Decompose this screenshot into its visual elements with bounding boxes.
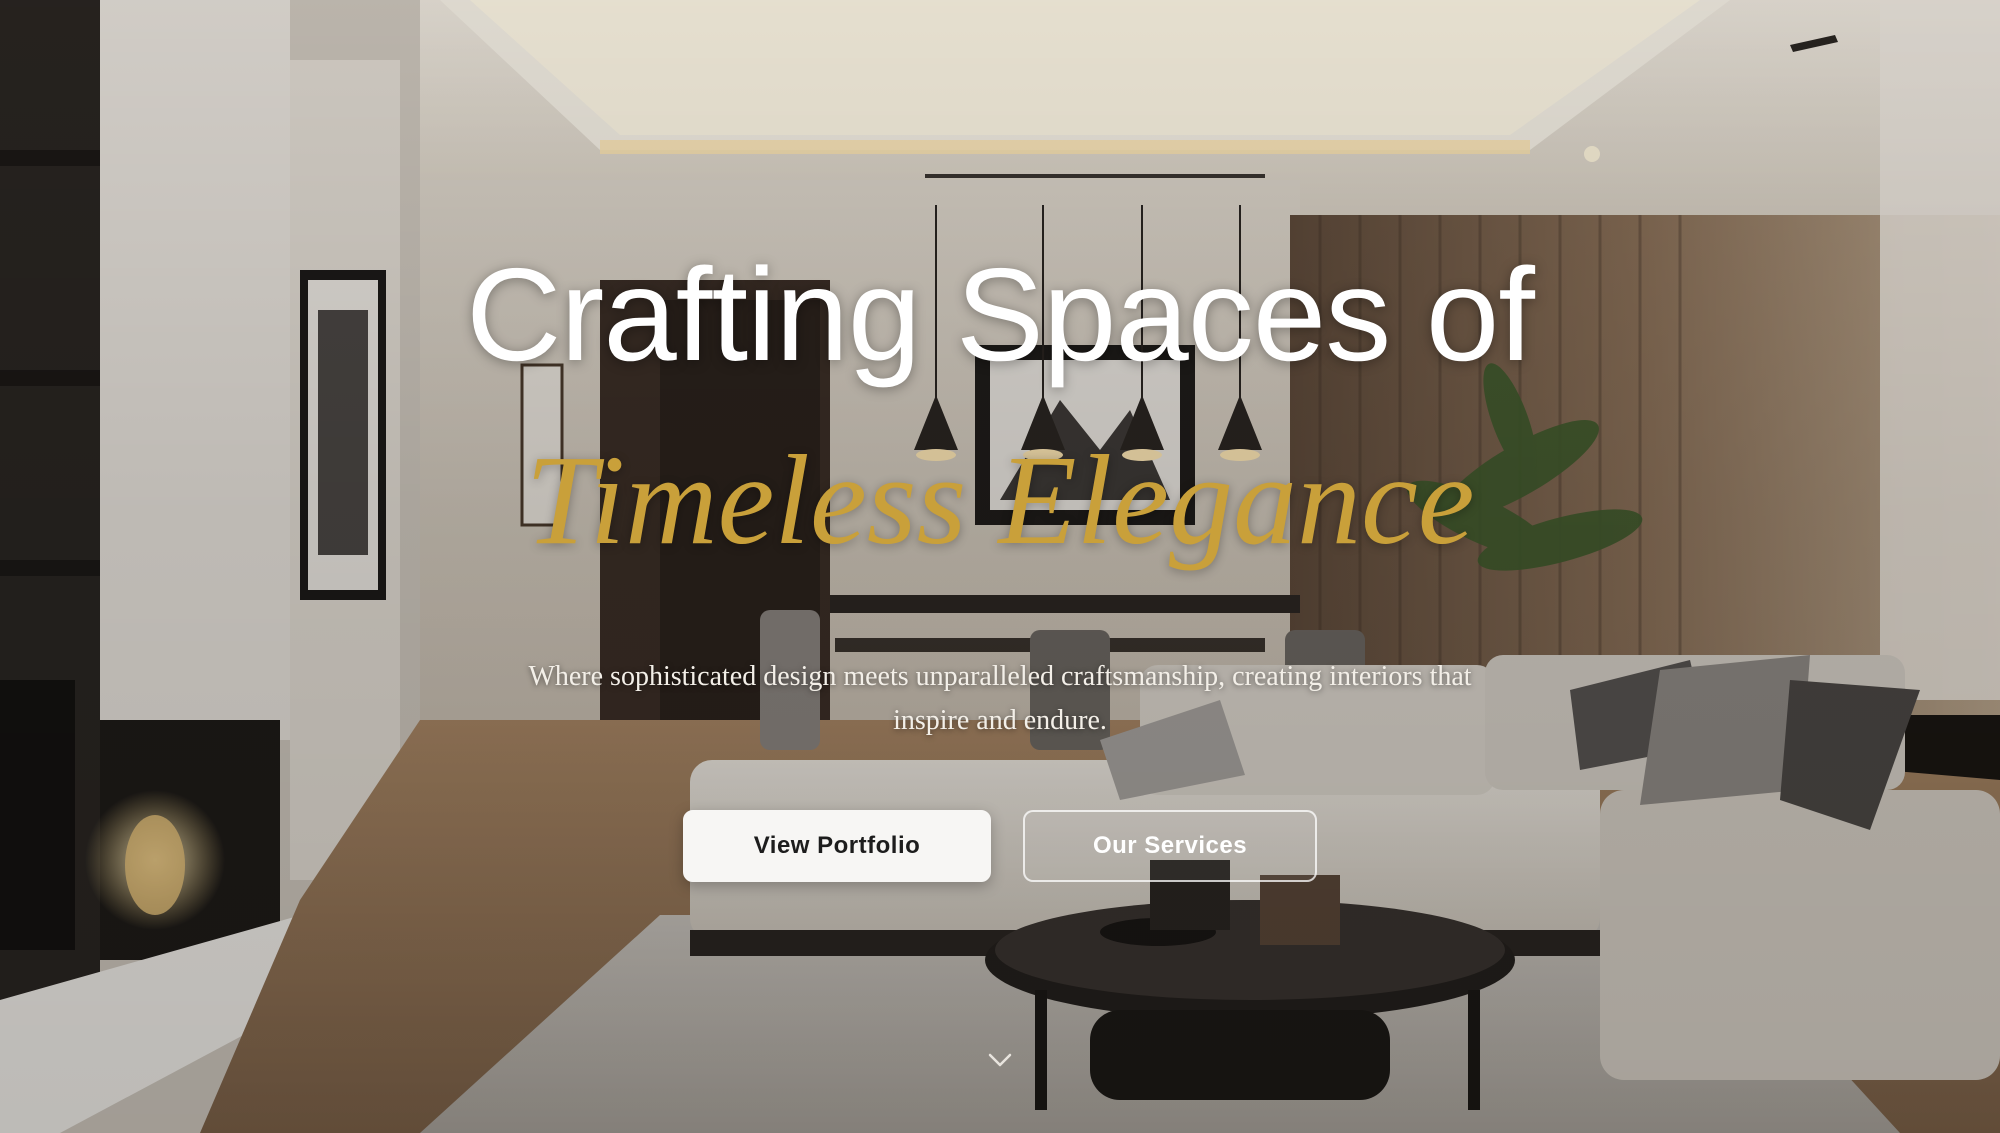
hero-title-accent: Timeless Elegance xyxy=(525,429,1475,571)
chevron-down-icon[interactable] xyxy=(986,1046,1014,1074)
hero-title-line1: Crafting Spaces of xyxy=(466,241,1535,388)
our-services-button[interactable]: Our Services xyxy=(1023,810,1317,882)
chevron-down-icon-glyph xyxy=(988,1053,1012,1067)
hero-subtitle: Where sophisticated design meets unparal… xyxy=(528,661,1472,736)
hero-section: Crafting Spaces of Timeless Elegance Whe… xyxy=(0,0,2000,1133)
view-portfolio-button[interactable]: View Portfolio xyxy=(683,810,991,882)
